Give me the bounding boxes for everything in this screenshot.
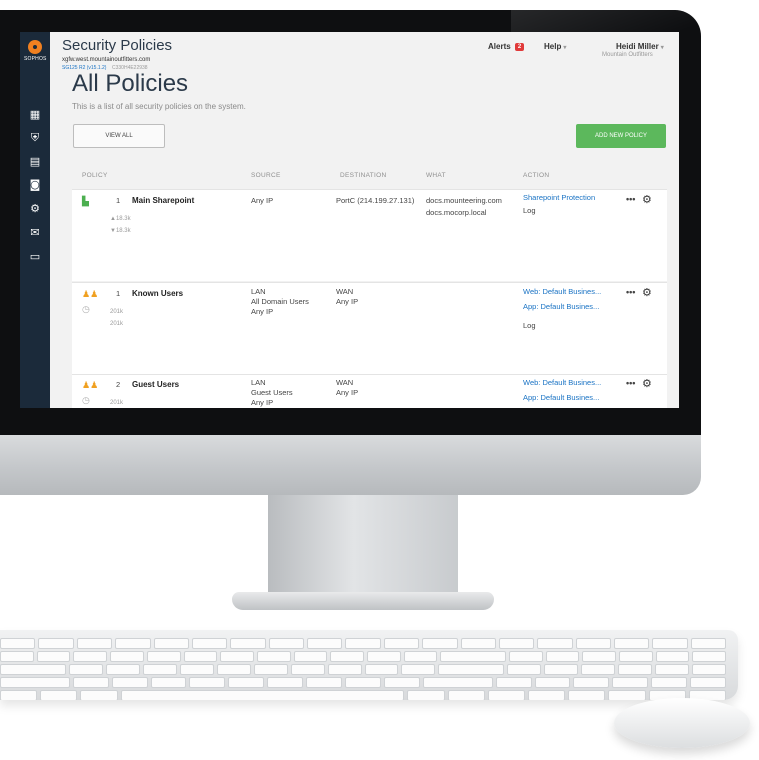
sophos-logo[interactable]: SOPHOS <box>24 40 46 62</box>
keyboard-row <box>0 651 727 662</box>
monitor-chin <box>0 435 701 495</box>
policy-source-network: Any IP <box>251 398 274 407</box>
chevron-down-icon: ▾ <box>660 45 664 51</box>
policy-number: 1 <box>116 196 121 205</box>
mouse <box>614 698 750 748</box>
keyboard-row <box>0 664 727 675</box>
column-header-source[interactable]: SOURCE <box>251 172 281 179</box>
user-name: Heidi Miller <box>616 42 659 51</box>
shield-icon[interactable]: ⛨ <box>28 131 42 145</box>
help-label: Help <box>544 42 562 51</box>
policy-source-zone: LAN <box>251 287 266 296</box>
traffic-up-stat: ▲18.3k <box>110 216 131 222</box>
policy-row[interactable]: ♟♟ ◷ 1 Known Users 201k 201k LAN All Dom… <box>72 282 667 374</box>
policy-source-network: Any IP <box>251 307 274 316</box>
user-organization: Mountain Outfitters <box>602 52 653 58</box>
device-host: xgfw.west.mountainoutfitters.com <box>62 57 151 63</box>
more-icon[interactable]: ••• <box>626 287 635 297</box>
mail-icon[interactable]: ✉ <box>28 226 42 240</box>
column-header-destination[interactable]: DESTINATION <box>340 172 387 179</box>
column-header-what[interactable]: WHAT <box>426 172 446 179</box>
gear-icon[interactable]: ⚙ <box>642 193 652 206</box>
policy-destination-network: Any IP <box>336 388 359 397</box>
column-header-action[interactable]: ACTION <box>523 172 549 179</box>
users-icon: ♟♟ <box>82 381 99 391</box>
traffic-stat: 201k <box>110 321 124 327</box>
policy-number: 1 <box>116 289 121 298</box>
policy-destination-network: Any IP <box>336 297 359 306</box>
action-log: Log <box>523 321 536 330</box>
alerts-label: Alerts <box>488 42 511 51</box>
policy-name[interactable]: Guest Users <box>132 380 179 390</box>
policy-source-users: Guest Users <box>251 388 293 397</box>
app-title: Security Policies <box>62 37 173 54</box>
policy-source-zone: LAN <box>251 378 266 387</box>
policy-what-1: docs.mounteering.com <box>426 196 502 205</box>
monitor-icon[interactable]: ▦ <box>28 108 42 122</box>
sophos-logo-icon <box>28 40 42 54</box>
keyboard-row <box>0 638 727 649</box>
action-link-app[interactable]: App: Default Busines... <box>523 302 599 312</box>
policy-destination: PortC (214.199.27.131) <box>336 196 415 205</box>
action-link[interactable]: Sharepoint Protection <box>523 193 595 203</box>
monitor-stand <box>268 495 458 595</box>
policy-number: 2 <box>116 380 121 389</box>
chevron-down-icon: ▾ <box>563 45 567 51</box>
keyboard <box>0 630 738 700</box>
traffic-stat: 201k <box>110 400 124 406</box>
sidebar: SOPHOS ▦ ⛨ ▤ ◙ ⚙ ✉ ▭ <box>20 32 50 408</box>
more-icon[interactable]: ••• <box>626 194 635 204</box>
traffic-stat: 201k <box>110 309 124 315</box>
policy-row[interactable]: ▙ 1 Main Sharepoint ▲18.3k ▼18.3k Any IP… <box>72 189 667 281</box>
alerts-button[interactable]: Alerts 2 <box>488 42 525 51</box>
view-all-button[interactable]: VIEW ALL <box>73 124 165 148</box>
action-log: Log <box>523 206 536 215</box>
clock-icon: ◷ <box>82 396 90 406</box>
user-menu[interactable]: Heidi Miller ▾ <box>616 42 664 51</box>
policy-destination-zone: WAN <box>336 287 354 296</box>
keyboard-row <box>0 690 726 700</box>
server-icon[interactable]: ▭ <box>28 250 42 264</box>
clock-icon: ◷ <box>82 305 90 315</box>
more-icon[interactable]: ••• <box>626 378 635 388</box>
policy-name[interactable]: Known Users <box>132 289 183 299</box>
policy-what-2: docs.mocorp.local <box>426 208 487 217</box>
monitor-stand-base <box>232 592 494 610</box>
gear-icon[interactable]: ⚙ <box>28 202 42 216</box>
policy-name[interactable]: Main Sharepoint <box>132 196 194 206</box>
page-title: All Policies <box>72 70 189 97</box>
column-header-policy[interactable]: POLICY <box>82 172 108 179</box>
gear-icon[interactable]: ⚙ <box>642 286 652 299</box>
alerts-count-badge: 2 <box>514 43 525 51</box>
add-new-policy-button[interactable]: ADD NEW POLICY <box>576 124 666 148</box>
main-content: Security Policies xgfw.west.mountainoutf… <box>50 32 679 408</box>
policy-source: Any IP <box>251 196 274 205</box>
policy-destination-zone: WAN <box>336 378 354 387</box>
traffic-down-stat: ▼18.3k <box>110 228 131 234</box>
policy-row[interactable]: ♟♟ ◷ 2 Guest Users 201k LAN Guest Users … <box>72 374 667 408</box>
policy-source-users: All Domain Users <box>251 297 309 306</box>
page-subtitle: This is a list of all security policies … <box>72 102 246 111</box>
action-link-web[interactable]: Web: Default Busines... <box>523 378 601 388</box>
help-menu[interactable]: Help ▾ <box>544 42 566 51</box>
keyboard-row <box>0 677 726 688</box>
gear-icon[interactable]: ⚙ <box>642 377 652 390</box>
action-link-app[interactable]: App: Default Busines... <box>523 393 599 403</box>
camera-icon[interactable]: ◙ <box>28 178 42 192</box>
document-icon[interactable]: ▤ <box>28 155 42 169</box>
users-icon: ♟♟ <box>82 290 99 300</box>
action-link-web[interactable]: Web: Default Busines... <box>523 287 601 297</box>
building-icon: ▙ <box>82 197 89 207</box>
logo-text: SOPHOS <box>24 56 47 62</box>
screen: SOPHOS ▦ ⛨ ▤ ◙ ⚙ ✉ ▭ Security Policies x… <box>20 32 679 408</box>
